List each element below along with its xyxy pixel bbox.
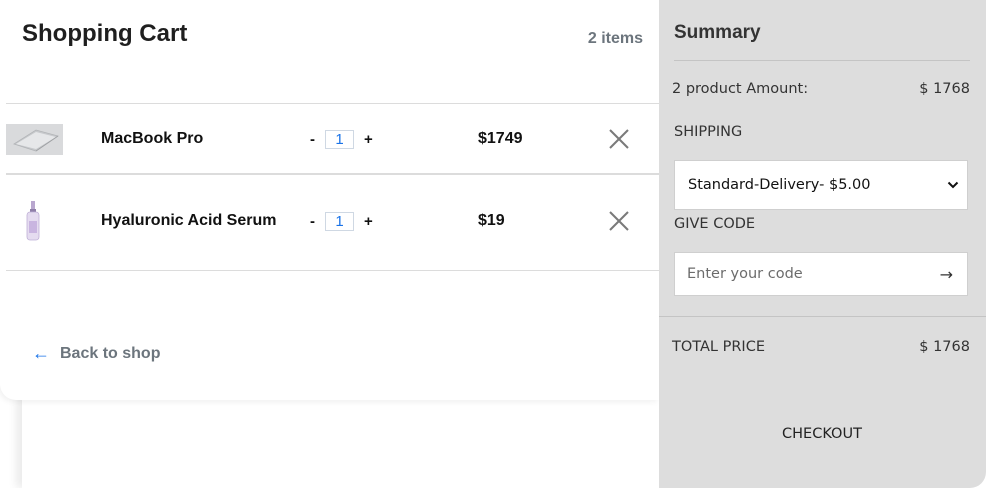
macbook-thumbnail — [6, 124, 63, 155]
give-code-label: GIVE CODE — [674, 216, 756, 232]
item-name: Hyaluronic Acid Serum — [101, 212, 277, 229]
checkout-button[interactable]: CHECKOUT — [674, 410, 970, 458]
decrease-quantity-button[interactable]: - — [306, 131, 319, 148]
quantity-input[interactable]: 1 — [325, 212, 354, 231]
back-to-shop-link[interactable]: ← Back to shop — [32, 343, 160, 364]
total-price-value: $ 1768 — [919, 339, 970, 355]
total-price-label: TOTAL PRICE — [672, 339, 765, 355]
quantity-stepper: - 1 + — [306, 212, 377, 231]
quantity-input[interactable]: 1 — [325, 130, 354, 149]
shipping-selected-value: Standard-Delivery- $5.00 — [688, 177, 871, 193]
cart-row-macbook: MacBook Pro - 1 + $1749 — [6, 103, 659, 174]
promo-code-input[interactable] — [685, 265, 919, 283]
chevron-down-icon — [947, 181, 959, 189]
increase-quantity-button[interactable]: + — [360, 213, 377, 230]
product-amount-row: 2 product Amount: $ 1768 — [672, 81, 970, 97]
arrow-left-icon: ← — [32, 343, 50, 363]
summary-title: Summary — [674, 22, 761, 43]
cart-panel: Shopping Cart 2 items MacBook Pro - 1 + … — [0, 0, 659, 400]
arrow-right-icon[interactable]: → — [940, 265, 953, 284]
divider — [674, 60, 970, 61]
back-to-shop-label: Back to shop — [60, 344, 161, 362]
item-price: $1749 — [478, 130, 523, 147]
product-amount-value: $ 1768 — [919, 81, 970, 97]
product-amount-label: 2 product Amount: — [672, 81, 809, 97]
serum-bottle-thumbnail — [26, 201, 40, 241]
cart-row-serum: Hyaluronic Acid Serum - 1 + $19 — [6, 173, 659, 271]
close-icon[interactable] — [608, 210, 630, 232]
cart-item-count: 2 items — [587, 30, 643, 47]
promo-code-field: → — [674, 252, 968, 296]
total-price-row: TOTAL PRICE $ 1768 — [672, 339, 970, 355]
shipping-label: SHIPPING — [674, 124, 743, 140]
quantity-stepper: - 1 + — [306, 130, 377, 149]
decrease-quantity-button[interactable]: - — [306, 213, 319, 230]
item-price: $19 — [478, 212, 505, 229]
close-icon[interactable] — [608, 128, 630, 150]
shipping-select[interactable]: Standard-Delivery- $5.00 — [674, 160, 968, 210]
item-name: MacBook Pro — [101, 130, 204, 147]
divider — [659, 316, 986, 317]
increase-quantity-button[interactable]: + — [360, 131, 377, 148]
summary-panel: Summary 2 product Amount: $ 1768 SHIPPIN… — [659, 0, 986, 488]
cart-title: Shopping Cart — [22, 20, 188, 47]
cart-page: Shopping Cart 2 items MacBook Pro - 1 + … — [0, 0, 1001, 488]
